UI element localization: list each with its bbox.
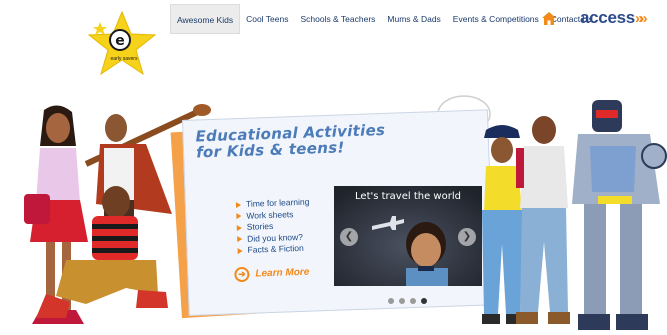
nav-cool-teens[interactable]: Cool Teens [240, 4, 294, 34]
logo-letter: e [115, 33, 125, 49]
learn-more-button[interactable]: ➔ Learn More [234, 265, 309, 283]
slide-caption: Let's travel the world [355, 191, 461, 202]
slide-dot-2[interactable] [399, 298, 405, 304]
slide-dot-4[interactable] [421, 298, 427, 304]
teen-boy-illustration [516, 116, 570, 324]
arrow-right-icon: ➔ [234, 266, 250, 283]
hero-banner: Educational Activities for Kids & teens!… [0, 90, 667, 335]
main-nav: Awesome Kids Cool Teens Schools & Teache… [170, 4, 599, 34]
panel-title: Educational Activities for Kids & teens! [195, 120, 386, 162]
learn-more-label: Learn More [255, 266, 310, 280]
slide-dot-1[interactable] [388, 298, 394, 304]
nav-mums-dads[interactable]: Mums & Dads [381, 4, 446, 34]
boy-striped-shirt-illustration [36, 186, 168, 318]
chevron-left-icon[interactable]: ❮ [340, 228, 358, 246]
slideshow-image[interactable]: Let's travel the world ❮ ❯ [334, 186, 482, 286]
bullet-arrow-icon [237, 247, 243, 254]
bullet-arrow-icon [236, 224, 242, 231]
list-item[interactable]: Facts & Fiction [237, 243, 311, 257]
bullet-arrow-icon [235, 201, 242, 208]
home-icon[interactable] [542, 12, 556, 25]
logo-tagline: early savers [111, 56, 138, 62]
access-bank-logo[interactable]: access»» [580, 8, 648, 28]
robot-character-illustration [572, 100, 667, 330]
brand-name: access [580, 8, 635, 27]
bullet-arrow-icon [236, 213, 242, 220]
early-savers-logo[interactable]: e early savers [86, 10, 158, 78]
brand-chevrons: »» [634, 10, 648, 27]
slideshow-pagination [388, 298, 427, 304]
nav-awesome-kids[interactable]: Awesome Kids [170, 4, 241, 34]
slide-dot-3[interactable] [410, 298, 416, 304]
bullet-arrow-icon [237, 236, 243, 243]
activities-list: Time for learning Work sheets Stories Di… [235, 197, 311, 257]
nav-schools-teachers[interactable]: Schools & Teachers [294, 4, 381, 34]
nav-events-competitions[interactable]: Events & Competitions [447, 4, 545, 34]
